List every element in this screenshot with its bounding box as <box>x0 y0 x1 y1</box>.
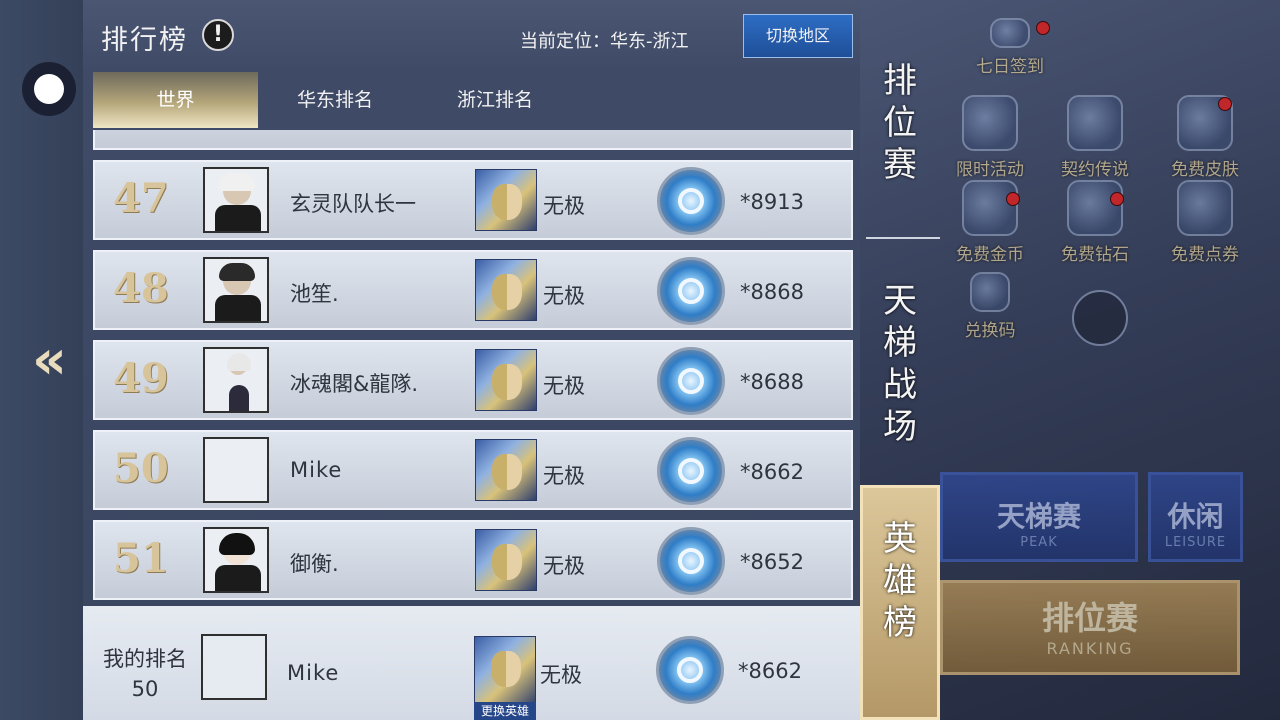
tab-ladder[interactable]: 天 梯 战 场 <box>860 280 940 450</box>
hero-name: 无极 <box>543 374 585 398</box>
hero-portrait <box>475 169 537 231</box>
region-tabs: 世界 华东排名 浙江排名 <box>93 72 857 130</box>
info-icon[interactable]: ! <box>202 19 234 51</box>
limited-event-icon: 限时活动 <box>955 95 1025 180</box>
divider <box>866 237 940 239</box>
rank-number: 49 <box>113 355 169 402</box>
player-name: 玄灵队队长一 <box>290 192 416 216</box>
score: *8868 <box>740 280 804 304</box>
free-coupon-icon: 免费点券 <box>1170 180 1240 265</box>
my-rank-label: 我的排名 50 <box>97 644 193 704</box>
score: *8688 <box>740 370 804 394</box>
rank-badge-icon <box>657 257 725 325</box>
my-rank-number: 50 <box>131 677 159 701</box>
hero-portrait <box>475 349 537 411</box>
hero-name: 无极 <box>540 663 582 687</box>
player-name: Mike <box>290 458 343 482</box>
hero-portrait[interactable] <box>474 636 536 706</box>
tab-world[interactable]: 世界 <box>93 72 258 128</box>
score: *8662 <box>738 659 802 683</box>
tab-zhejiang[interactable]: 浙江排名 <box>435 72 555 128</box>
leaderboard-panel: 排行榜 ! 当前定位：华东-浙江 切换地区 世界 华东排名 浙江排名 47 玄灵… <box>83 0 860 720</box>
rank-badge-icon <box>657 167 725 235</box>
current-location: 当前定位：华东-浙江 <box>520 31 689 52</box>
circle-icon <box>34 74 64 104</box>
player-name: 御衡. <box>290 552 339 576</box>
page-title: 排行榜 <box>101 25 188 56</box>
avatar <box>203 257 269 323</box>
hero-name: 无极 <box>543 284 585 308</box>
hero-portrait <box>475 259 537 321</box>
tab-east-china[interactable]: 华东排名 <box>275 72 395 128</box>
hero-name: 无极 <box>543 194 585 218</box>
contract-legend-icon: 契约传说 <box>1060 95 1130 180</box>
notification-dot <box>1036 21 1050 35</box>
seven-day-signin-icon: 七日签到 <box>975 18 1045 77</box>
rank-badge-icon <box>656 636 724 704</box>
score: *8662 <box>740 460 804 484</box>
hero-portrait <box>475 439 537 501</box>
my-rank-title: 我的排名 <box>103 647 187 671</box>
avatar <box>201 634 267 700</box>
table-row[interactable]: 50 Mike 无极 *8662 <box>93 430 853 510</box>
rank-number: 47 <box>113 175 169 222</box>
tab-hero-leaderboard[interactable]: 英 雄 榜 <box>860 485 940 720</box>
redeem-code-icon: 兑换码 <box>955 272 1025 341</box>
sound-icon <box>1065 290 1135 350</box>
avatar <box>203 437 269 503</box>
back-arrow-icon[interactable]: « <box>32 333 78 387</box>
table-row[interactable]: 48 池笙. 无极 *8868 <box>93 250 853 330</box>
player-name: 冰魂閣&龍隊. <box>290 372 419 396</box>
avatar <box>203 347 269 413</box>
hero-name: 无极 <box>543 464 585 488</box>
rank-badge-icon <box>657 347 725 415</box>
ranking-list[interactable]: 47 玄灵队队长一 无极 *8913 48 池笙. 无极 *8868 49 冰魂… <box>93 130 857 605</box>
notification-dot <box>1110 192 1124 206</box>
score: *8652 <box>740 550 804 574</box>
rank-badge-icon <box>657 437 725 505</box>
table-row[interactable]: 51 御衡. 无极 *8652 <box>93 520 853 600</box>
hero-name: 无极 <box>543 554 585 578</box>
notification-dot <box>1006 192 1020 206</box>
table-row[interactable]: 49 冰魂閣&龍隊. 无极 *8688 <box>93 340 853 420</box>
notification-dot <box>1218 97 1232 111</box>
rank-number: 48 <box>113 265 169 312</box>
rank-number: 50 <box>113 445 169 492</box>
menu-toggle-button[interactable] <box>22 62 76 116</box>
my-rank-row: 我的排名 50 Mike 更换英雄 无极 *8662 <box>83 606 860 720</box>
leisure-mode-button: 休闲 LEISURE <box>1148 472 1243 562</box>
player-name: Mike <box>287 661 340 685</box>
rank-badge-icon <box>657 527 725 595</box>
rank-number: 51 <box>113 535 169 582</box>
tab-ranked[interactable]: 排 位 赛 <box>860 60 940 190</box>
table-row-partial <box>93 130 853 150</box>
score: *8913 <box>740 190 804 214</box>
switch-region-button[interactable]: 切换地区 <box>743 14 853 58</box>
ranking-mode-button: 排位赛 RANKING <box>940 580 1240 675</box>
category-tabs: 排 位 赛 天 梯 战 场 英 雄 榜 <box>860 42 940 720</box>
peak-mode-button: 天梯赛 PEAK <box>940 472 1138 562</box>
change-hero-button[interactable]: 更换英雄 <box>474 702 536 720</box>
hero-portrait <box>475 529 537 591</box>
avatar <box>203 167 269 233</box>
player-name: 池笙. <box>290 282 339 306</box>
avatar <box>203 527 269 593</box>
table-row[interactable]: 47 玄灵队队长一 无极 *8913 <box>93 160 853 240</box>
panel-header: 排行榜 ! 当前定位：华东-浙江 切换地区 <box>83 0 860 72</box>
